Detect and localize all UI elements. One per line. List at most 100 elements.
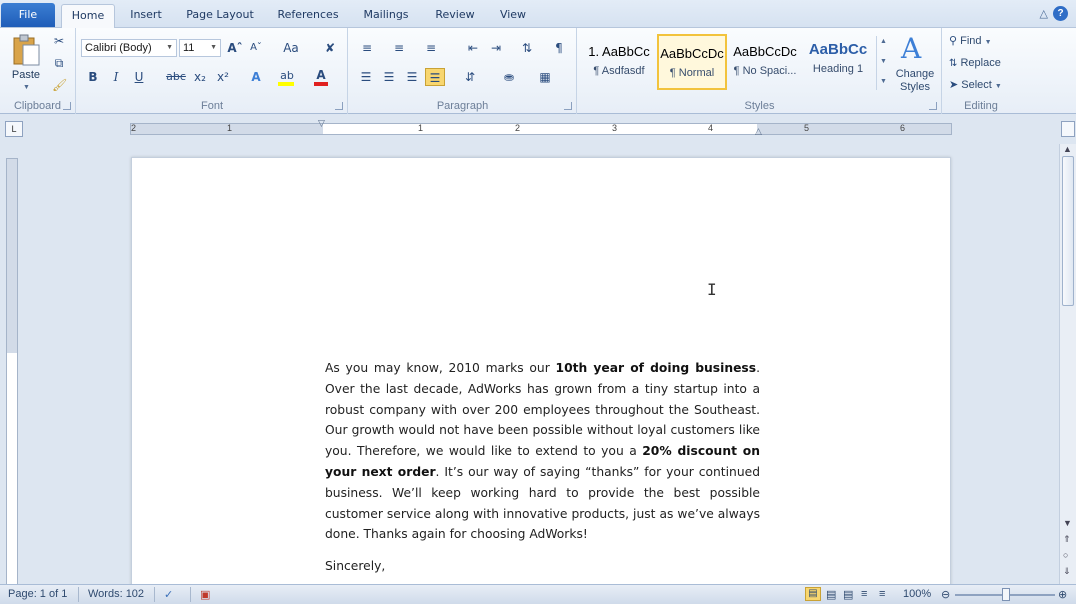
previous-page-icon[interactable]: ⇑ bbox=[1063, 534, 1071, 545]
select-dropdown-icon: ▼ bbox=[994, 83, 1002, 90]
select-button[interactable]: ➤ Select ▼ bbox=[949, 76, 1015, 94]
font-size-combo[interactable]: 11 ▼ bbox=[179, 39, 221, 57]
find-button[interactable]: ⚲ Find ▼ bbox=[949, 32, 1015, 50]
paragraph-group: ≡ ≡ ≡ ⇤ ⇥ ⇅ ¶ ☰ ☰ ☰ ☰ ⇵ ⛂ ▦ Paragraph bbox=[349, 28, 577, 114]
paste-button[interactable]: Paste ▼ bbox=[6, 32, 46, 92]
zoom-in-icon[interactable]: ⊕ bbox=[1058, 588, 1067, 601]
bold-icon[interactable]: B bbox=[85, 68, 101, 86]
print-layout-view-icon[interactable]: ▤ bbox=[805, 587, 821, 601]
subscript-icon[interactable]: x₂ bbox=[191, 68, 209, 86]
cut-icon[interactable]: ✂ bbox=[52, 32, 66, 50]
style-heading-1[interactable]: AaBbCc Heading 1 bbox=[803, 34, 873, 90]
line-spacing-icon[interactable]: ⇵ bbox=[459, 68, 481, 86]
help-icon[interactable]: ? bbox=[1053, 6, 1068, 21]
style-normal[interactable]: AaBbCcDc ¶ Normal bbox=[657, 34, 727, 90]
full-screen-reading-view-icon[interactable]: ▤ bbox=[826, 588, 836, 601]
zoom-out-icon[interactable]: ⊖ bbox=[941, 588, 950, 601]
multilevel-list-icon[interactable]: ≡ bbox=[421, 39, 441, 57]
closing-line[interactable]: Sincerely, bbox=[325, 559, 385, 573]
format-painter-icon[interactable]: 🖌 bbox=[52, 76, 67, 94]
tab-references[interactable]: References bbox=[272, 4, 344, 28]
font-name-combo[interactable]: Calibri (Body) ▼ bbox=[81, 39, 177, 57]
text-effects-icon[interactable]: A bbox=[247, 68, 265, 86]
paste-icon bbox=[13, 34, 40, 66]
font-color-icon[interactable]: A bbox=[312, 66, 330, 86]
select-browse-object-icon[interactable]: ○ bbox=[1063, 550, 1068, 560]
borders-icon[interactable]: ▦ bbox=[535, 68, 555, 86]
align-right-icon[interactable]: ☰ bbox=[403, 68, 421, 86]
document-page[interactable]: As you may know, 2010 marks our 10th yea… bbox=[131, 157, 951, 587]
styles-up-icon[interactable]: ▲ bbox=[880, 38, 887, 45]
paragraph-launcher-icon[interactable] bbox=[564, 102, 572, 110]
ruler-right-margin bbox=[757, 124, 951, 134]
style-asdfasdf[interactable]: 1. AaBbCc ¶ Asdfasdf bbox=[584, 34, 654, 90]
clipboard-launcher-icon[interactable] bbox=[63, 102, 71, 110]
copy-icon[interactable]: ⧉ bbox=[52, 54, 66, 72]
scroll-down-icon[interactable]: ▼ bbox=[1063, 518, 1072, 528]
show-formatting-marks-icon[interactable]: ¶ bbox=[551, 39, 567, 57]
minimize-ribbon-icon[interactable]: △ bbox=[1040, 7, 1048, 20]
zoom-level[interactable]: 100% bbox=[903, 588, 931, 600]
align-center-icon[interactable]: ☰ bbox=[380, 68, 398, 86]
numbering-icon[interactable]: ≡ bbox=[389, 39, 409, 57]
font-size-dropdown-icon[interactable]: ▼ bbox=[210, 40, 217, 56]
replace-button[interactable]: ⇅ Replace bbox=[949, 54, 1015, 72]
find-icon: ⚲ bbox=[949, 35, 958, 47]
underline-icon[interactable]: U bbox=[131, 68, 147, 86]
styles-down-icon[interactable]: ▼ bbox=[880, 58, 887, 65]
letter-body-paragraph[interactable]: As you may know, 2010 marks our 10th yea… bbox=[325, 358, 760, 545]
scroll-up-icon[interactable]: ▲ bbox=[1063, 144, 1072, 154]
change-styles-button[interactable]: A Change Styles bbox=[892, 32, 938, 94]
change-case-button[interactable]: Aa bbox=[279, 39, 303, 57]
page-count[interactable]: Page: 1 of 1 bbox=[8, 588, 67, 600]
style-no-spacing[interactable]: AaBbCcDc ¶ No Spaci... bbox=[730, 34, 800, 90]
ruler-row: L 2 1 1 2 3 4 5 6 ▽ △ bbox=[0, 115, 1076, 144]
vertical-scrollbar[interactable]: ▲ ▼ ⇑ ○ ⇓ bbox=[1059, 144, 1076, 584]
horizontal-ruler[interactable]: 2 1 1 2 3 4 5 6 ▽ △ bbox=[130, 118, 952, 137]
shrink-font-icon[interactable]: Aˇ bbox=[248, 39, 264, 57]
decrease-indent-icon[interactable]: ⇤ bbox=[463, 39, 483, 57]
status-divider bbox=[78, 587, 79, 602]
tab-insert[interactable]: Insert bbox=[124, 4, 168, 28]
next-page-icon[interactable]: ⇓ bbox=[1063, 566, 1071, 577]
tab-selector[interactable]: L bbox=[5, 121, 23, 137]
styles-launcher-icon[interactable] bbox=[929, 102, 937, 110]
word-count[interactable]: Words: 102 bbox=[88, 588, 144, 600]
tab-mailings[interactable]: Mailings bbox=[356, 4, 416, 28]
change-case-label: Aa bbox=[283, 41, 299, 55]
tab-file[interactable]: File bbox=[1, 3, 55, 27]
justify-icon[interactable]: ☰ bbox=[425, 68, 445, 86]
vertical-ruler[interactable] bbox=[6, 158, 18, 586]
draft-view-icon[interactable]: ≡ bbox=[879, 588, 885, 600]
styles-scroll[interactable]: ▲ ▼ ▼ bbox=[876, 36, 888, 90]
tab-home[interactable]: Home bbox=[61, 4, 115, 29]
proofing-icon[interactable]: ✓ bbox=[164, 588, 173, 601]
view-ruler-icon[interactable] bbox=[1061, 121, 1075, 137]
tab-view[interactable]: View bbox=[492, 4, 534, 28]
sort-icon[interactable]: ⇅ bbox=[517, 39, 537, 57]
italic-icon[interactable]: I bbox=[108, 68, 124, 86]
highlight-color-icon[interactable]: ab bbox=[277, 66, 297, 86]
shading-icon[interactable]: ⛂ bbox=[499, 68, 519, 86]
tab-page-layout[interactable]: Page Layout bbox=[181, 4, 259, 28]
grow-font-icon[interactable]: Aˆ bbox=[227, 39, 243, 57]
web-layout-view-icon[interactable]: ▤ bbox=[843, 588, 853, 601]
tab-review[interactable]: Review bbox=[429, 4, 481, 28]
zoom-slider-knob[interactable] bbox=[1002, 588, 1010, 601]
strikethrough-icon[interactable]: abc bbox=[165, 68, 187, 86]
bullets-icon[interactable]: ≡ bbox=[357, 39, 377, 57]
scroll-thumb[interactable] bbox=[1062, 156, 1074, 306]
right-indent-marker-icon[interactable]: △ bbox=[755, 126, 762, 137]
indent-marker-icon[interactable]: ▽ bbox=[318, 118, 325, 129]
clear-formatting-icon[interactable]: ✘ bbox=[322, 39, 338, 57]
outline-view-icon[interactable]: ≡ bbox=[861, 588, 867, 600]
styles-group: 1. AaBbCc ¶ Asdfasdf AaBbCcDc ¶ Normal A… bbox=[578, 28, 942, 114]
ruler-number: 2 bbox=[131, 123, 137, 133]
font-name-dropdown-icon[interactable]: ▼ bbox=[166, 40, 173, 56]
superscript-icon[interactable]: x² bbox=[214, 68, 232, 86]
increase-indent-icon[interactable]: ⇥ bbox=[486, 39, 506, 57]
macro-record-icon[interactable]: ▣ bbox=[200, 588, 210, 601]
align-left-icon[interactable]: ☰ bbox=[357, 68, 375, 86]
styles-more-icon[interactable]: ▼ bbox=[880, 78, 887, 85]
font-launcher-icon[interactable] bbox=[335, 102, 343, 110]
